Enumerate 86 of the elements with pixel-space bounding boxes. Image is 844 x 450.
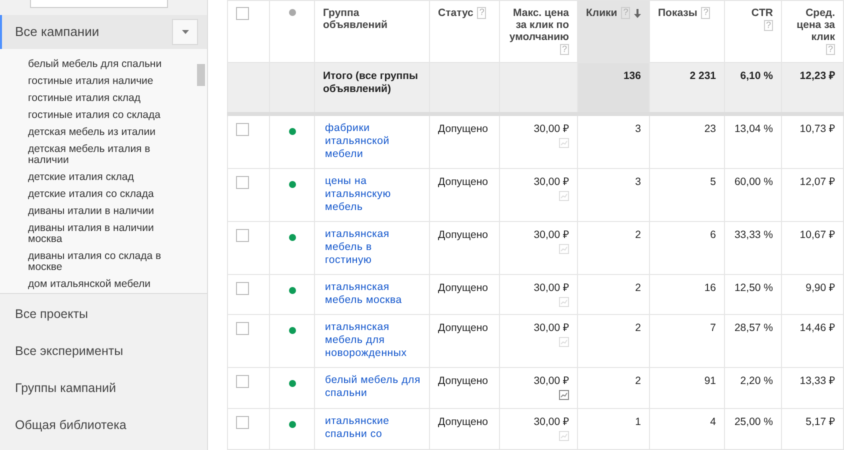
caret-icon [182, 30, 188, 34]
totals-value: 2 231 [690, 70, 716, 82]
checkbox[interactable] [236, 322, 249, 336]
campaign-item[interactable]: диваны италия в наличии москва [0, 223, 207, 245]
impressions-value: 7 [710, 322, 716, 334]
column-header[interactable]: Показы [658, 7, 698, 19]
campaign-item[interactable]: детские италия склад [0, 172, 207, 183]
impressions-value: 4 [710, 416, 716, 428]
clicks-value: 3 [635, 122, 641, 134]
bid-value: 30,00 ₽ [534, 322, 569, 334]
status-text: Допущено [438, 322, 488, 334]
impressions-value: 23 [704, 122, 716, 134]
campaign-item[interactable]: диваны италии в наличии [0, 206, 207, 217]
campaign-item[interactable]: белый мебель для спальни [0, 59, 207, 70]
campaign-item[interactable]: гостиные италия наличие [0, 76, 207, 87]
avg-cpc-value: 14,46 ₽ [800, 322, 835, 334]
clicks-value: 2 [635, 322, 641, 334]
status-text: Допущено [438, 375, 488, 388]
campaign-selector-label: Все кампании [15, 23, 100, 42]
bid-value: 30,00 ₽ [534, 282, 569, 294]
bid-value: 30,00 ₽ [534, 122, 569, 134]
campaign-item[interactable]: гостиные италия со склада [0, 110, 207, 121]
status-text: Допущено [438, 122, 488, 134]
dropdown-button[interactable] [172, 19, 198, 45]
ctr-value: 28,57 % [734, 322, 773, 334]
campaign-selector[interactable]: Все кампании [0, 15, 207, 49]
impressions-value: 6 [710, 228, 716, 241]
scrollbar-thumb[interactable] [197, 64, 205, 86]
campaign-item[interactable]: гостиные италия склад [0, 93, 207, 104]
checkbox[interactable] [236, 416, 249, 430]
status-text: Допущено [438, 176, 488, 188]
ctr-value: 2,20 % [740, 375, 773, 388]
checkbox[interactable] [236, 7, 249, 20]
checkbox[interactable] [236, 375, 249, 388]
checkbox[interactable] [236, 176, 249, 189]
totals-value: 12,23 ₽ [800, 70, 835, 82]
ctr-value: 13,04 % [734, 122, 773, 134]
checkbox[interactable] [236, 228, 249, 242]
avg-cpc-value: 9,90 ₽ [806, 282, 835, 294]
column-header[interactable]: Сред. цена за клик [790, 7, 835, 43]
column-header[interactable]: CTR [733, 7, 773, 19]
checkbox[interactable] [236, 282, 249, 295]
campaign-item[interactable]: дом итальянской мебели [0, 279, 207, 290]
ctr-value: 60,00 % [734, 176, 773, 188]
campaign-item[interactable]: диваны италия со склада в москве [0, 251, 207, 273]
totals-label: Итого (все группы объявлений) [323, 70, 418, 95]
search-field[interactable] [30, 0, 168, 8]
clicks-value: 2 [635, 375, 641, 388]
nav-item[interactable]: Общая библиотека [0, 407, 207, 444]
clicks-value: 1 [635, 416, 641, 428]
avg-cpc-value: 12,07 ₽ [800, 176, 835, 188]
ctr-value: 12,50 % [734, 282, 773, 294]
avg-cpc-value: 10,67 ₽ [800, 228, 835, 241]
clicks-value: 2 [635, 282, 641, 294]
impressions-value: 16 [704, 282, 716, 294]
clicks-value: 3 [635, 176, 641, 188]
ctr-value: 25,00 % [734, 416, 773, 428]
status-text: Допущено [438, 282, 488, 294]
campaign-item[interactable]: детские италия со склада [0, 189, 207, 200]
impressions-value: 5 [710, 176, 716, 188]
avg-cpc-value: 5,17 ₽ [806, 416, 835, 428]
chart-icon[interactable] [559, 390, 569, 400]
nav-item[interactable]: Все эксперименты [0, 333, 207, 370]
bid-value: 30,00 ₽ [534, 176, 569, 188]
clicks-value: 2 [635, 228, 641, 241]
avg-cpc-value: 13,33 ₽ [800, 375, 835, 388]
impressions-value: 91 [704, 375, 716, 388]
bid-value: 30,00 ₽ [534, 416, 569, 428]
bid-value: 30,00 ₽ [534, 375, 569, 388]
column-header[interactable]: Макс. цена за клик по умолчанию [508, 7, 569, 43]
status-text: Допущено [438, 416, 488, 428]
campaign-item[interactable]: детская мебель италия в наличии [0, 144, 207, 166]
status-text: Допущено [438, 228, 488, 241]
avg-cpc-value: 10,73 ₽ [800, 122, 835, 134]
nav-item[interactable]: Все проекты [0, 296, 207, 333]
totals-value: 136 [623, 70, 641, 82]
bid-value: 30,00 ₽ [534, 228, 569, 241]
ctr-value: 33,33 % [734, 228, 773, 241]
column-header[interactable]: Статус [438, 7, 474, 19]
sort-arrow-icon[interactable] [634, 9, 641, 18]
totals-value: 6,10 % [740, 70, 773, 82]
nav-item[interactable]: Группы кампаний [0, 370, 207, 407]
column-header[interactable]: Клики [586, 7, 618, 19]
checkbox[interactable] [236, 122, 249, 136]
status-dot-icon [288, 9, 296, 16]
campaign-item[interactable]: детская мебель из италии [0, 127, 207, 138]
